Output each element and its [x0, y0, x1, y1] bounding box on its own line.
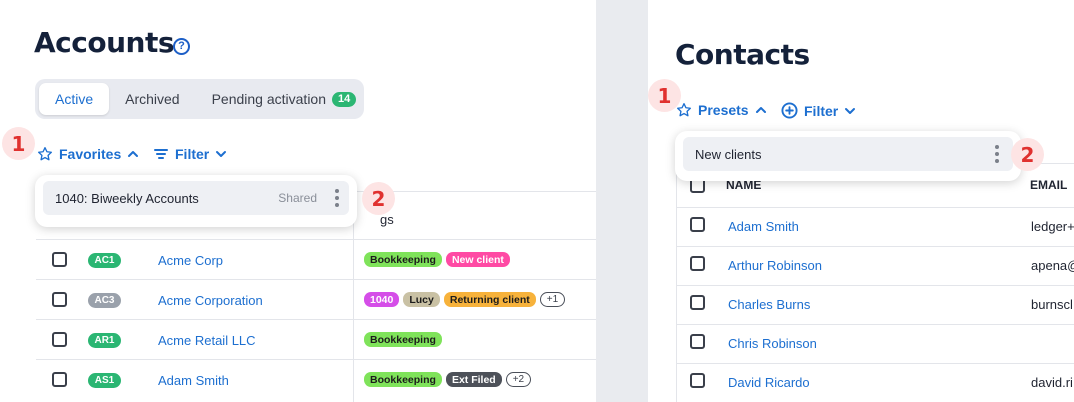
- row-divider: [676, 324, 1074, 325]
- row-checkbox[interactable]: [52, 332, 67, 347]
- row-checkbox[interactable]: [52, 292, 67, 307]
- filter-button[interactable]: Filter: [781, 102, 856, 119]
- preset-name: New clients: [695, 146, 762, 162]
- filter-label: Filter: [804, 102, 839, 119]
- contact-name-link[interactable]: Arthur Robinson: [728, 258, 822, 273]
- more-tags-badge[interactable]: +2: [505, 372, 532, 387]
- tag: New client: [445, 252, 510, 267]
- account-name-link[interactable]: Acme Retail LLC: [158, 333, 256, 348]
- more-options-icon[interactable]: [995, 145, 999, 163]
- row-divider: [36, 319, 596, 320]
- step-marker-2: 2: [362, 182, 395, 215]
- accounts-panel: Accounts ? Active Archived Pending activ…: [0, 0, 596, 402]
- row-checkbox[interactable]: [52, 252, 67, 267]
- tag-list: 1040 Lucy Returning client +1: [364, 292, 566, 307]
- header-divider: [676, 207, 1074, 208]
- contacts-panel: Contacts 1 Presets Filter NAME EMAIL Ada…: [648, 0, 1074, 402]
- contact-name-link[interactable]: Charles Burns: [728, 297, 810, 312]
- row-divider: [36, 359, 596, 360]
- favorites-button[interactable]: Favorites: [37, 146, 139, 162]
- contact-email: burnscl: [1031, 297, 1073, 312]
- more-tags-badge[interactable]: +1: [539, 292, 566, 307]
- page-title: Contacts: [675, 38, 810, 71]
- tab-active[interactable]: Active: [39, 83, 110, 115]
- row-checkbox[interactable]: [690, 373, 705, 388]
- tag: Bookkeeping: [364, 372, 442, 387]
- filter-button[interactable]: Filter: [153, 146, 227, 162]
- tab-label: Active: [55, 91, 94, 107]
- filter-label: Filter: [175, 146, 210, 162]
- contact-email: david.ri: [1031, 375, 1073, 390]
- account-name-link[interactable]: Acme Corporation: [158, 293, 263, 308]
- row-divider: [36, 279, 596, 280]
- tag: Ext Filed: [445, 372, 502, 387]
- chevron-down-icon: [845, 107, 856, 114]
- tag: Bookkeeping: [364, 252, 442, 267]
- row-divider: [676, 285, 1074, 286]
- preset-item[interactable]: New clients: [683, 137, 1013, 171]
- presets-popover: New clients: [675, 131, 1021, 181]
- account-name-link[interactable]: Acme Corp: [158, 253, 223, 268]
- page-title: Accounts: [34, 26, 175, 59]
- contact-email: ledger+: [1031, 219, 1074, 234]
- step-marker-1: 1: [2, 127, 35, 160]
- header-divider: [36, 239, 596, 240]
- presets-button[interactable]: Presets: [676, 102, 767, 118]
- account-name-link[interactable]: Adam Smith: [158, 373, 229, 388]
- tab-label: Archived: [125, 91, 180, 107]
- star-icon: [677, 103, 691, 117]
- preset-name: 1040: Biweekly Accounts: [55, 190, 199, 206]
- tag-list: Bookkeeping: [364, 332, 442, 347]
- tab-bar: Active Archived Pending activation 14: [35, 79, 364, 119]
- tag-list: Bookkeeping Ext Filed +2: [364, 372, 532, 387]
- tab-label: Pending activation: [211, 91, 327, 107]
- count-badge: 14: [332, 91, 357, 107]
- row-checkbox[interactable]: [52, 372, 67, 387]
- row-checkbox[interactable]: [690, 334, 705, 349]
- row-checkbox[interactable]: [690, 295, 705, 310]
- contact-email: apena@: [1031, 258, 1074, 273]
- row-checkbox[interactable]: [690, 217, 705, 232]
- account-code-badge: AR1: [88, 333, 121, 348]
- contact-name-link[interactable]: Adam Smith: [728, 219, 799, 234]
- row-divider: [676, 363, 1074, 364]
- row-checkbox[interactable]: [690, 256, 705, 271]
- account-code-badge: AS1: [88, 373, 121, 388]
- chevron-down-icon: [216, 151, 227, 157]
- star-icon: [38, 147, 52, 161]
- tab-archived[interactable]: Archived: [109, 83, 195, 115]
- plus-circle-icon: [781, 102, 798, 119]
- tab-pending-activation[interactable]: Pending activation 14: [196, 83, 373, 115]
- row-divider: [676, 246, 1074, 247]
- contact-name-link[interactable]: David Ricardo: [728, 375, 810, 390]
- presets-label: Presets: [698, 102, 749, 118]
- shared-label: Shared: [278, 191, 317, 205]
- more-options-icon[interactable]: [335, 189, 339, 207]
- tag: 1040: [364, 292, 400, 307]
- tag: Lucy: [403, 292, 440, 307]
- tag: Returning client: [443, 292, 536, 307]
- step-marker-2: 2: [1011, 138, 1044, 171]
- chevron-up-icon: [755, 107, 766, 113]
- tag: Bookkeeping: [364, 332, 442, 347]
- account-code-badge: AC1: [88, 253, 121, 268]
- email-column-header[interactable]: EMAIL: [1030, 178, 1067, 192]
- contact-name-link[interactable]: Chris Robinson: [728, 336, 817, 351]
- help-icon[interactable]: ?: [173, 38, 190, 55]
- tag-list: Bookkeeping New client: [364, 252, 510, 267]
- account-code-badge: AC3: [88, 293, 121, 308]
- table-left-border: [676, 163, 677, 402]
- favorites-label: Favorites: [59, 146, 122, 162]
- favorite-preset-item[interactable]: 1040: Biweekly Accounts Shared: [43, 181, 349, 215]
- filter-lines-icon: [154, 149, 168, 159]
- favorites-popover: 1040: Biweekly Accounts Shared: [35, 175, 357, 227]
- chevron-up-icon: [128, 151, 139, 157]
